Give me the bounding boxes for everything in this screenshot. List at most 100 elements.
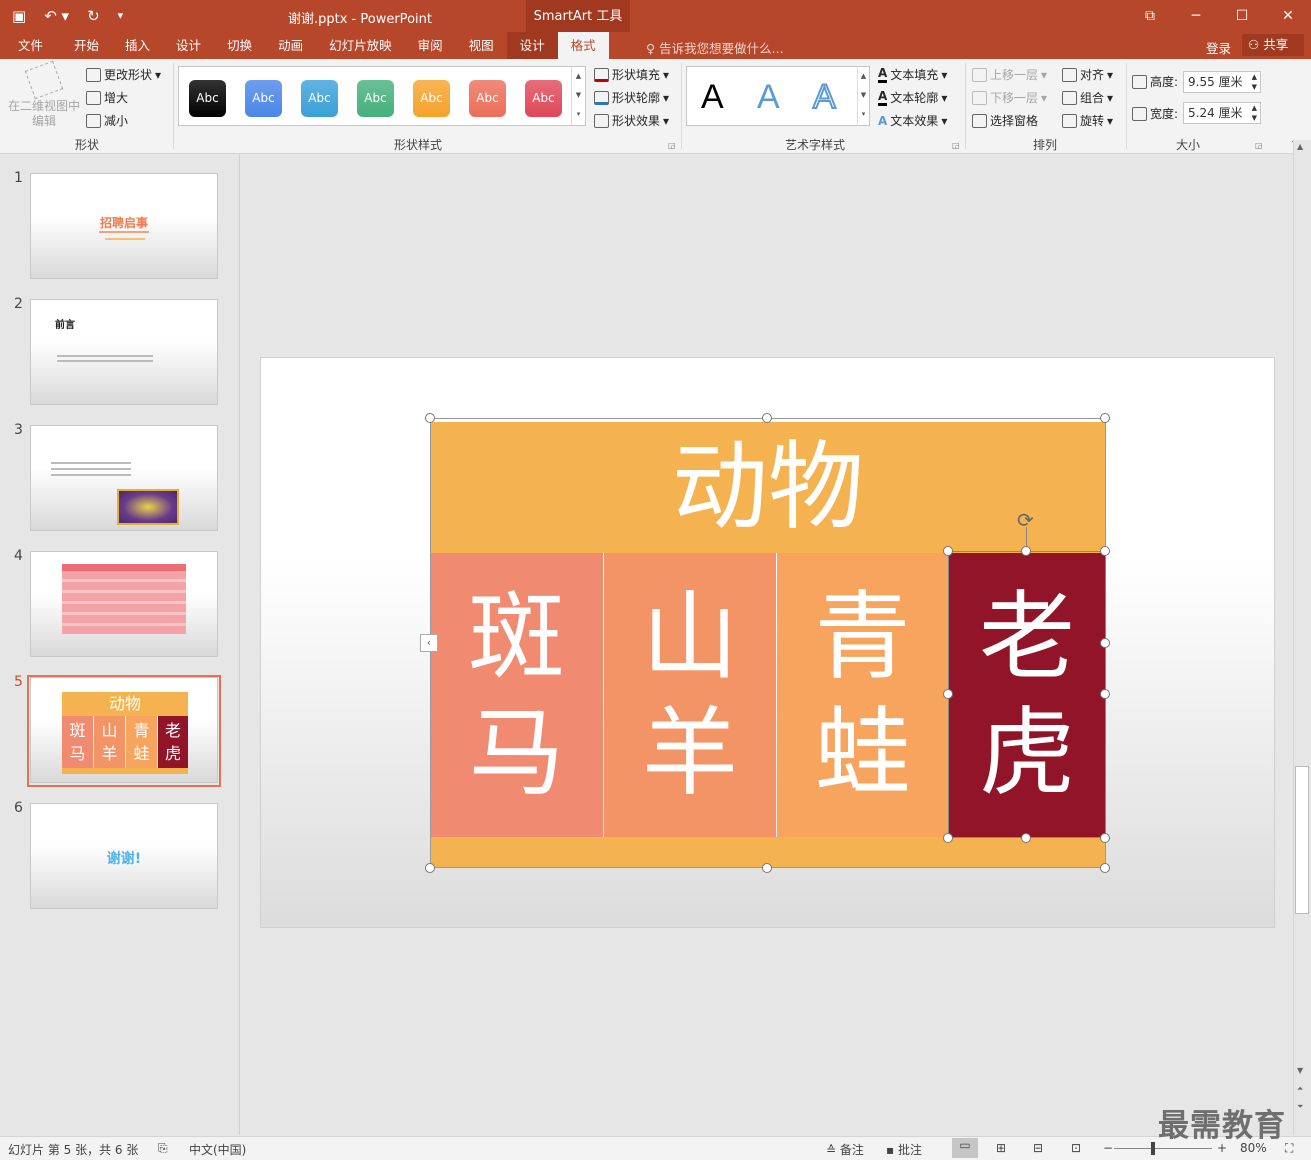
selection-pane-button[interactable]: 选择窗格: [972, 112, 1038, 129]
close-icon[interactable]: ✕: [1265, 0, 1311, 32]
dialog-launcher-icon[interactable]: ◲: [668, 141, 676, 150]
tell-me-search[interactable]: ♀ 告诉我您想要做什么...: [646, 38, 784, 57]
dialog-launcher-icon[interactable]: ◲: [1255, 141, 1263, 150]
resize-handle[interactable]: [1100, 689, 1110, 699]
resize-handle[interactable]: [1021, 546, 1031, 556]
resize-handle[interactable]: [425, 413, 435, 423]
language-indicator[interactable]: 中文(中国): [189, 1141, 246, 1158]
gallery-scroll[interactable]: ▲ ▼ ▾: [857, 67, 869, 125]
resize-handle[interactable]: [943, 546, 953, 556]
scroll-down-icon[interactable]: ▼: [1297, 1066, 1303, 1075]
align-button[interactable]: 对齐 ▾: [1062, 66, 1113, 83]
slide-thumbnail-4[interactable]: [30, 551, 218, 657]
tab-insert[interactable]: 插入: [112, 32, 163, 59]
shape-style-swatch[interactable]: Abc: [301, 80, 338, 117]
gallery-scroll[interactable]: ▲ ▼ ▾: [571, 67, 585, 125]
tab-smartart-format[interactable]: 格式: [557, 32, 609, 59]
normal-view-icon[interactable]: ▭: [952, 1138, 978, 1158]
text-pane-toggle-icon[interactable]: ‹: [420, 634, 438, 652]
slide-sorter-icon[interactable]: ⊞: [996, 1141, 1006, 1155]
customize-qat-icon[interactable]: ▾: [118, 6, 124, 26]
wordart-style-blue[interactable]: A: [757, 79, 780, 115]
resize-handle[interactable]: [1100, 863, 1110, 873]
redo-icon[interactable]: ↻: [87, 6, 100, 26]
scroll-thumb[interactable]: [1295, 766, 1309, 914]
spinner-icon[interactable]: ▲ ▼: [1252, 103, 1257, 123]
resize-handle[interactable]: [762, 863, 772, 873]
shape-fill-button[interactable]: 形状填充 ▾: [594, 66, 669, 83]
resize-handle[interactable]: [1100, 638, 1110, 648]
resize-handle[interactable]: [943, 689, 953, 699]
slide-thumbnail-2[interactable]: 前言: [30, 299, 218, 405]
next-slide-icon[interactable]: ⏷: [1297, 1102, 1303, 1112]
shape-outline-button[interactable]: 形状轮廓 ▾: [594, 89, 669, 106]
scroll-up-icon[interactable]: ▲: [1297, 142, 1303, 151]
resize-handle[interactable]: [1100, 833, 1110, 843]
shrink-button[interactable]: 减小: [86, 112, 128, 129]
prev-slide-icon[interactable]: ⏶: [1297, 1084, 1303, 1094]
text-effects-button[interactable]: A 文本效果 ▾: [878, 112, 947, 129]
zoom-slider-thumb[interactable]: [1151, 1142, 1155, 1155]
text-outline-icon: A: [878, 89, 888, 106]
resize-handle[interactable]: [762, 413, 772, 423]
tab-file[interactable]: 文件: [0, 32, 61, 59]
rotate-handle-icon[interactable]: ⟳: [1017, 508, 1034, 532]
selection-pane-icon: [972, 113, 987, 128]
tab-design[interactable]: 设计: [163, 32, 214, 59]
resize-handle[interactable]: [1021, 833, 1031, 843]
tab-review[interactable]: 审阅: [405, 32, 456, 59]
resize-handle[interactable]: [1100, 546, 1110, 556]
notes-button[interactable]: ≙ 备注: [826, 1141, 864, 1158]
shape-style-swatch[interactable]: Abc: [245, 80, 282, 117]
fit-slide-icon[interactable]: ⛶: [1285, 1141, 1293, 1156]
shape-effects-button[interactable]: 形状效果 ▾: [594, 112, 669, 129]
vertical-scrollbar[interactable]: ▲ ▼ ⏶ ⏷: [1293, 140, 1311, 1135]
tab-animations[interactable]: 动画: [265, 32, 316, 59]
maximize-icon[interactable]: ☐: [1219, 0, 1265, 32]
rotate-button[interactable]: 旋转 ▾: [1062, 112, 1113, 129]
shape-style-swatch[interactable]: Abc: [357, 80, 394, 117]
zoom-slider[interactable]: [1114, 1148, 1212, 1149]
group-button[interactable]: 组合 ▾: [1062, 89, 1113, 106]
share-button[interactable]: ⚇ 共享: [1242, 34, 1304, 56]
width-input[interactable]: 5.24 厘米 ▲ ▼: [1183, 102, 1261, 124]
watermark-logo: 最需教育: [1158, 1108, 1286, 1144]
edit-in-2d-button[interactable]: 在二维视图中 编辑: [6, 60, 82, 129]
slide-thumbnail-1[interactable]: 招聘启事: [30, 173, 218, 279]
login-link[interactable]: 登录: [1206, 38, 1231, 57]
minimize-icon[interactable]: ─: [1173, 0, 1219, 32]
save-icon[interactable]: ▣: [12, 6, 26, 26]
enlarge-button[interactable]: 增大: [86, 89, 128, 106]
shape-style-swatch[interactable]: Abc: [413, 80, 450, 117]
comments-button[interactable]: ▪ 批注: [886, 1141, 922, 1158]
zoom-out-icon[interactable]: −: [1103, 1141, 1113, 1155]
slideshow-icon[interactable]: ⊡: [1071, 1141, 1081, 1155]
slide-thumbnail-6[interactable]: 谢谢!: [30, 803, 218, 909]
spinner-icon[interactable]: ▲ ▼: [1252, 72, 1257, 92]
height-input[interactable]: 9.55 厘米 ▲ ▼: [1183, 71, 1261, 93]
change-shape-button[interactable]: 更改形状 ▾: [86, 66, 161, 83]
wordart-style-black[interactable]: A: [701, 79, 724, 115]
reading-view-icon[interactable]: ⊟: [1033, 1141, 1043, 1155]
send-backward-button[interactable]: 下移一层 ▾: [972, 89, 1047, 106]
resize-handle[interactable]: [1100, 413, 1110, 423]
spell-check-icon[interactable]: ⎘: [158, 1141, 168, 1156]
slide-thumbnail-3[interactable]: [30, 425, 218, 531]
shape-style-swatch[interactable]: Abc: [189, 80, 226, 117]
undo-icon[interactable]: ↶ ▾: [44, 6, 69, 26]
shape-style-swatch[interactable]: Abc: [469, 80, 506, 117]
tab-slideshow[interactable]: 幻灯片放映: [316, 32, 405, 59]
bring-forward-button[interactable]: 上移一层 ▾: [972, 66, 1047, 83]
tab-transitions[interactable]: 切换: [214, 32, 265, 59]
ribbon-display-options-icon[interactable]: ⧉: [1127, 0, 1173, 32]
tab-smartart-design[interactable]: 设计: [506, 32, 558, 59]
resize-handle[interactable]: [943, 833, 953, 843]
dialog-launcher-icon[interactable]: ◲: [952, 141, 960, 150]
resize-handle[interactable]: [425, 863, 435, 873]
shape-style-swatch[interactable]: Abc: [525, 80, 562, 117]
tab-home[interactable]: 开始: [61, 32, 112, 59]
text-outline-button[interactable]: A 文本轮廓 ▾: [878, 89, 947, 106]
tab-view[interactable]: 视图: [456, 32, 507, 59]
text-fill-button[interactable]: A 文本填充 ▾: [878, 66, 947, 83]
wordart-style-outline[interactable]: A: [812, 78, 837, 116]
